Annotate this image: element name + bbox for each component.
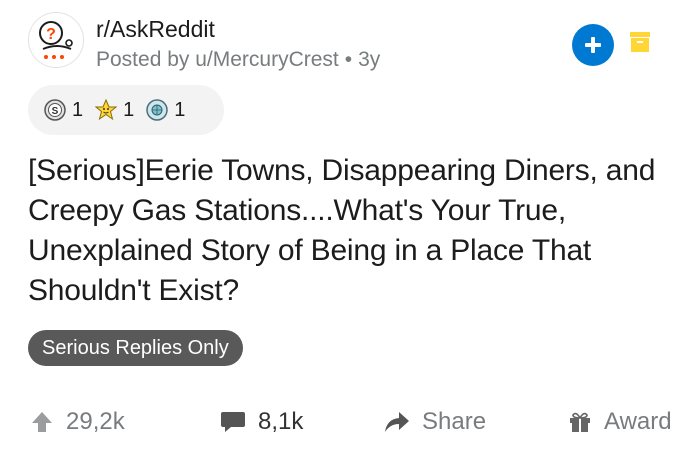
awards-bar[interactable]: S 1 1 1: [28, 85, 224, 135]
notification-icon[interactable]: [628, 30, 652, 54]
svg-text:S: S: [52, 106, 59, 117]
post-title[interactable]: [Serious]Eerie Towns, Disappearing Diner…: [28, 151, 688, 311]
award-silver: S 1: [44, 99, 83, 122]
share-label: Share: [422, 408, 487, 435]
comments-button[interactable]: 8,1k: [220, 408, 303, 436]
subreddit-name[interactable]: r/AskReddit: [96, 16, 215, 43]
action-bar: 29,2k 8,1k Share Award: [28, 408, 690, 448]
upvote-count: 29,2k: [66, 408, 125, 435]
award-count: 1: [174, 98, 186, 121]
award-label: Award: [604, 408, 672, 435]
award-count: 1: [123, 98, 135, 121]
silver-award-icon: S: [44, 99, 66, 121]
post-meta: Posted by u/MercuryCrest • 3y: [96, 48, 380, 72]
join-button[interactable]: [572, 24, 614, 66]
share-icon: [385, 412, 409, 432]
award-globe: 1: [146, 99, 185, 122]
award-wholesome: 1: [95, 99, 134, 122]
post-age: 3y: [358, 48, 381, 71]
gift-icon: [570, 412, 590, 432]
plus-icon: [585, 37, 601, 53]
posted-by[interactable]: Posted by u/MercuryCrest: [96, 48, 339, 71]
share-button[interactable]: Share: [384, 408, 486, 436]
post-header: ? r/AskReddit Posted by u/MercuryCrest • 3…: [28, 12, 688, 72]
svg-text:?: ?: [46, 26, 56, 43]
comment-icon: [221, 412, 245, 432]
upvote-button[interactable]: 29,2k: [30, 408, 125, 436]
globe-award-icon: [146, 99, 168, 121]
post-flair[interactable]: Serious Replies Only: [28, 330, 243, 366]
upvote-arrow-icon: [32, 412, 52, 432]
award-button[interactable]: Award: [568, 408, 672, 436]
wholesome-award-icon: [95, 99, 118, 121]
askreddit-icon: ?: [39, 21, 73, 59]
award-count: 1: [72, 98, 84, 121]
separator-dot: •: [344, 48, 353, 71]
comment-count: 8,1k: [258, 408, 304, 435]
subreddit-avatar[interactable]: ?: [28, 12, 84, 68]
